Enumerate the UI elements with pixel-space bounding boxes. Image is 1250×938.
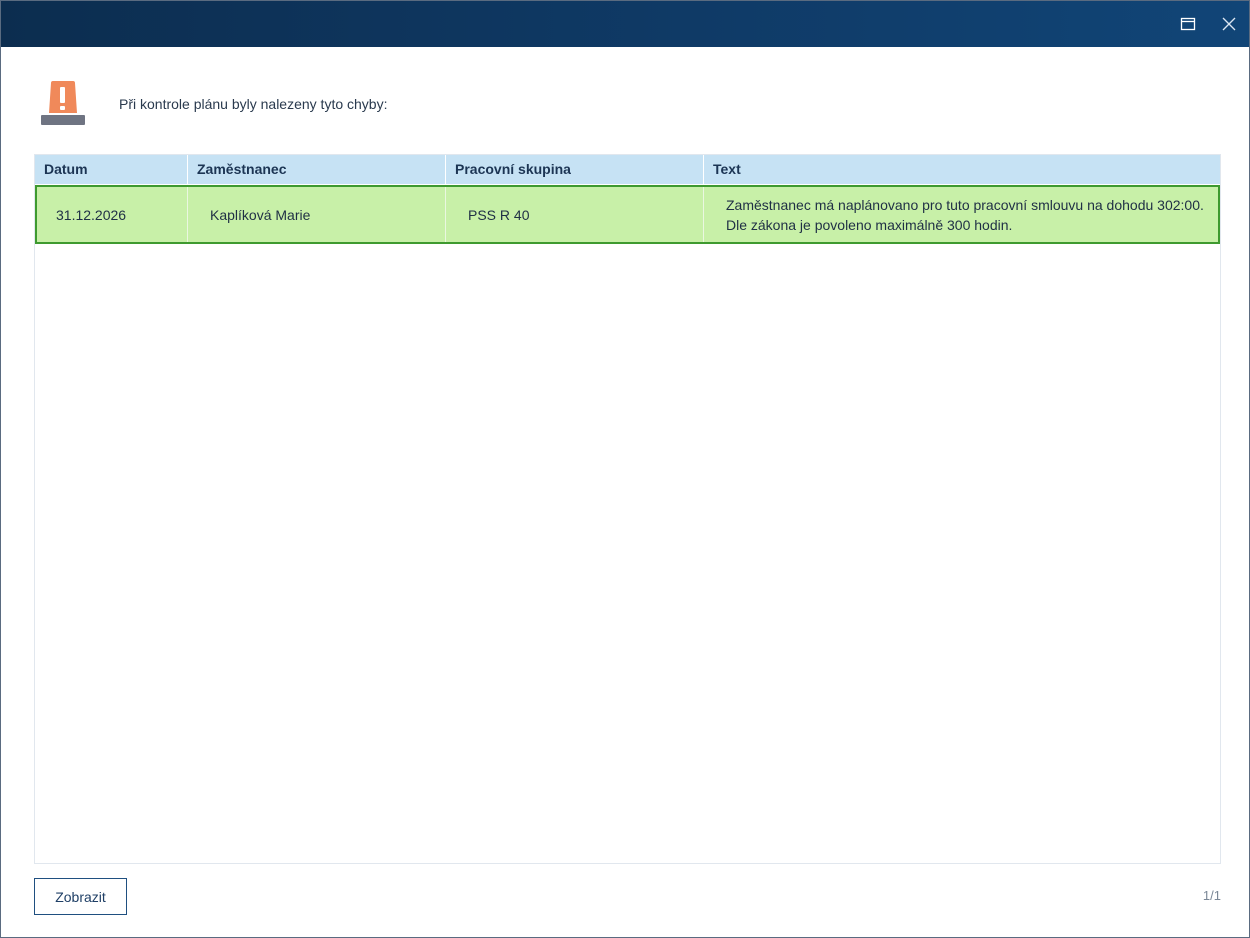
table-header: Datum Zaměstnanec Pracovní skupina Text bbox=[35, 155, 1220, 184]
errors-table: Datum Zaměstnanec Pracovní skupina Text … bbox=[34, 154, 1221, 864]
column-header-datum[interactable]: Datum bbox=[35, 155, 188, 184]
column-header-employee[interactable]: Zaměstnanec bbox=[188, 155, 446, 184]
window-restore-icon[interactable] bbox=[1177, 13, 1199, 35]
alert-beacon-icon bbox=[39, 79, 87, 129]
close-icon[interactable] bbox=[1218, 13, 1240, 35]
error-dialog: Při kontrole plánu byly nalezeny tyto ch… bbox=[0, 0, 1250, 938]
message-row: Při kontrole plánu byly nalezeny tyto ch… bbox=[39, 79, 739, 129]
cell-employee: Kaplíková Marie bbox=[188, 187, 446, 242]
table-row[interactable]: 31.12.2026 Kaplíková Marie PSS R 40 Zamě… bbox=[35, 185, 1220, 244]
page-indicator: 1/1 bbox=[1202, 888, 1221, 903]
column-header-group[interactable]: Pracovní skupina bbox=[446, 155, 704, 184]
cell-text: Zaměstnanec má naplánovano pro tuto prac… bbox=[726, 196, 1204, 233]
message-text: Při kontrole plánu byly nalezeny tyto ch… bbox=[119, 96, 388, 112]
cell-date: 31.12.2026 bbox=[37, 187, 188, 242]
cell-group: PSS R 40 bbox=[446, 187, 704, 242]
column-header-text[interactable]: Text bbox=[704, 155, 1220, 184]
title-bar bbox=[1, 1, 1249, 47]
show-button[interactable]: Zobrazit bbox=[34, 878, 127, 915]
